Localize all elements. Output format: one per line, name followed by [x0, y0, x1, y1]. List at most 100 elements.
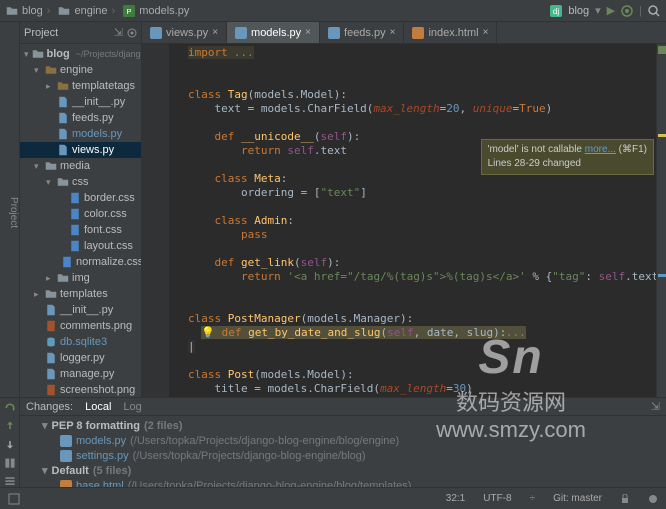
revert-icon[interactable]	[3, 438, 17, 450]
run-button[interactable]: ▶	[607, 4, 615, 17]
changelist-icon[interactable]	[3, 475, 17, 487]
changelist-node[interactable]: ▾PEP 8 formatting (2 files)	[24, 418, 662, 433]
tree-file[interactable]: border.css	[20, 190, 141, 206]
tree-file[interactable]: color.css	[20, 206, 141, 222]
project-header: Project ⇲	[20, 22, 141, 44]
changed-file[interactable]: settings.py (/Users/topka/Projects/djang…	[24, 448, 662, 463]
file-label: settings.py	[76, 450, 129, 462]
breadcrumb-item[interactable]: blog ›	[6, 5, 50, 17]
tree-label: blog	[47, 48, 70, 60]
db-file-icon	[45, 336, 57, 348]
tree-label: css	[72, 176, 89, 188]
tree-label: manage.py	[60, 368, 114, 380]
close-icon[interactable]: ×	[305, 27, 311, 38]
tree-label: __init__.py	[60, 304, 113, 316]
css-file-icon	[61, 256, 73, 268]
error-stripe[interactable]	[656, 44, 666, 397]
caret-position[interactable]: 32:1	[446, 493, 465, 504]
changelist-count: (5 files)	[93, 465, 132, 477]
python-file-icon	[150, 27, 162, 39]
search-icon[interactable]	[648, 5, 660, 17]
tree-file[interactable]: normalize.css	[20, 254, 141, 270]
tooltip-more-link[interactable]: more...	[585, 144, 616, 155]
tree-folder[interactable]: ▸img	[20, 270, 141, 286]
tooltip-shortcut: (⌘F1)	[616, 144, 647, 155]
tab-feeds[interactable]: feeds.py ×	[320, 22, 404, 43]
encoding-label[interactable]: UTF-8	[483, 493, 511, 504]
html-file-icon	[60, 480, 72, 488]
tree-file[interactable]: models.py	[20, 126, 141, 142]
tree-label: screenshot.png	[60, 384, 135, 396]
tab-label: views.py	[166, 27, 208, 39]
debug-button[interactable]	[621, 5, 633, 17]
collapse-icon[interactable]: ⇲	[114, 26, 123, 39]
chevron-right-icon: ›	[47, 5, 51, 17]
run-config-label[interactable]: blog	[568, 5, 589, 17]
folder-icon	[57, 272, 69, 284]
tree-label: templates	[60, 288, 108, 300]
tree-file[interactable]: __init__.py	[20, 302, 141, 318]
tree-file[interactable]: logger.py	[20, 350, 141, 366]
file-path: (/Users/topka/Projects/django-blog-engin…	[128, 480, 412, 488]
changes-tab-log[interactable]: Log	[123, 401, 141, 413]
tree-file[interactable]: feeds.py	[20, 110, 141, 126]
tab-views[interactable]: views.py ×	[142, 22, 227, 43]
tree-folder[interactable]: ▸templatetags	[20, 78, 141, 94]
tab-index[interactable]: index.html×	[404, 22, 497, 43]
tree-label: feeds.py	[72, 112, 114, 124]
tree-label: views.py	[72, 144, 114, 156]
tree-file[interactable]: comments.png	[20, 318, 141, 334]
tree-label: media	[60, 160, 90, 172]
css-file-icon	[69, 224, 81, 236]
breadcrumb-item[interactable]: P models.py	[123, 5, 189, 17]
fold-gutter[interactable]	[170, 44, 182, 397]
svg-text:P: P	[127, 7, 132, 16]
chevron-down-icon[interactable]: ▾	[595, 4, 601, 17]
changelist-label: PEP 8 formatting	[52, 420, 140, 432]
python-file-icon	[60, 450, 72, 462]
tree-folder[interactable]: ▾css	[20, 174, 141, 190]
changelist-node[interactable]: ▾Default (5 files)	[24, 463, 662, 478]
tree-file-selected[interactable]: views.py	[20, 142, 141, 158]
project-header-label: Project	[24, 27, 58, 39]
tree-label: border.css	[84, 192, 135, 204]
tab-models[interactable]: models.py×	[227, 22, 320, 43]
project-tool-stripe[interactable]: Project	[0, 22, 20, 397]
package-icon	[57, 80, 69, 92]
tab-label: feeds.py	[344, 27, 386, 39]
diff-icon[interactable]	[3, 457, 17, 469]
tree-file[interactable]: layout.css	[20, 238, 141, 254]
tree-folder[interactable]: ▸templates	[20, 286, 141, 302]
tree-file[interactable]: __init__.py	[20, 94, 141, 110]
tree-file[interactable]: font.css	[20, 222, 141, 238]
tool-window-icon[interactable]	[8, 493, 20, 505]
minimize-icon[interactable]: ⇲	[651, 400, 660, 413]
close-icon[interactable]: ×	[390, 27, 396, 38]
git-branch[interactable]: Git: master	[553, 493, 602, 504]
line-gutter[interactable]	[142, 44, 170, 397]
tree-file[interactable]: db.sqlite3	[20, 334, 141, 350]
tree-folder[interactable]: ▾engine	[20, 62, 141, 78]
code-editor[interactable]: import ... class Tag(models.Model): text…	[182, 44, 656, 397]
changed-file[interactable]: base.html (/Users/topka/Projects/django-…	[24, 478, 662, 487]
tree-file[interactable]: screenshot.png	[20, 382, 141, 397]
changed-file[interactable]: models.py (/Users/topka/Projects/django-…	[24, 433, 662, 448]
commit-icon[interactable]	[3, 420, 17, 432]
refresh-icon[interactable]	[3, 402, 17, 414]
changes-tab-local[interactable]: Local	[85, 401, 111, 413]
tree-label: comments.png	[60, 320, 132, 332]
gear-icon[interactable]	[127, 28, 137, 38]
lock-icon[interactable]	[620, 494, 630, 504]
svg-text:dj: dj	[553, 7, 559, 16]
close-icon[interactable]: ×	[212, 27, 218, 38]
folder-icon	[57, 176, 69, 188]
tree-root[interactable]: ▾blog~/Projects/django-blog	[20, 46, 141, 62]
breadcrumb-item[interactable]: engine ›	[58, 5, 115, 17]
folder-icon	[6, 5, 18, 17]
status-bar: 32:1 UTF-8 ÷ Git: master	[0, 487, 666, 509]
close-icon[interactable]: ×	[483, 27, 489, 38]
css-file-icon	[69, 192, 81, 204]
tree-file[interactable]: manage.py	[20, 366, 141, 382]
hector-icon[interactable]	[648, 494, 658, 504]
tree-folder[interactable]: ▾media	[20, 158, 141, 174]
